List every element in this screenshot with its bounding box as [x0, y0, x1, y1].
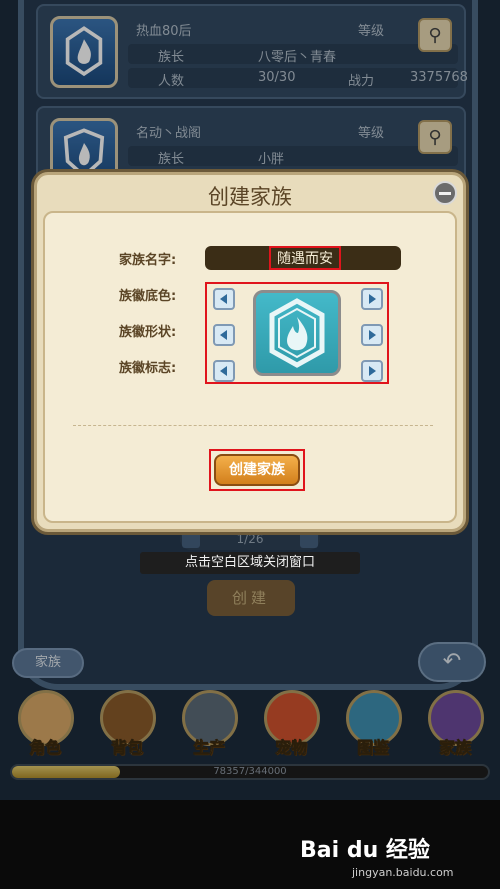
name-label: 家族名字:	[119, 253, 177, 268]
family-name-value: 随遇而安	[269, 246, 341, 270]
mark-prev-button[interactable]	[213, 360, 235, 382]
create-button-highlight: 创建家族	[209, 449, 305, 491]
dialog-title: 创建家族	[208, 185, 292, 209]
mark-next-button[interactable]	[361, 360, 383, 382]
color-prev-button[interactable]	[213, 288, 235, 310]
emblem-color-label: 族徽底色:	[119, 289, 177, 304]
game-screen: { "families": [ {"name": "热血80后", "level…	[0, 0, 500, 889]
close-hint: 点击空白区域关闭窗口	[140, 552, 360, 574]
close-icon[interactable]	[433, 181, 457, 205]
emblem-editor	[205, 282, 389, 384]
dialog-body: 家族名字: 随遇而安 族徽底色: 族徽形状: 族徽标志: 创建家族	[43, 211, 457, 523]
family-name-input[interactable]: 随遇而安	[205, 246, 401, 270]
baidu-logo: Bai du 经验	[300, 838, 430, 863]
shape-prev-button[interactable]	[213, 324, 235, 346]
shape-next-button[interactable]	[361, 324, 383, 346]
emblem-mark-label: 族徽标志:	[119, 361, 177, 376]
create-family-button[interactable]: 创建家族	[214, 454, 300, 486]
create-family-dialog: 创建家族 家族名字: 随遇而安 族徽底色: 族徽形状: 族徽标志: 创建家族	[34, 172, 466, 532]
emblem-shape-label: 族徽形状:	[119, 325, 177, 340]
divider	[73, 425, 433, 426]
emblem-preview-icon	[253, 290, 341, 376]
watermark-url: jingyan.baidu.com	[352, 866, 454, 879]
color-next-button[interactable]	[361, 288, 383, 310]
